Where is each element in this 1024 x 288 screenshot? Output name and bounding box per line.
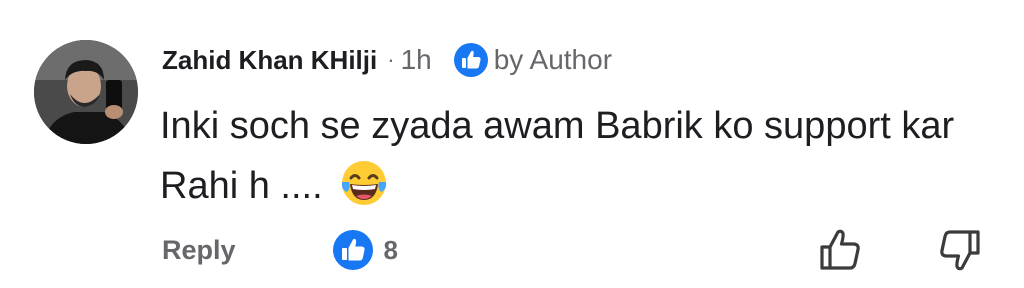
comment-text: Inki soch se zyada awam Babrik ko suppor… (160, 105, 955, 207)
reply-button[interactable]: Reply (162, 235, 236, 266)
comment-footer: Reply 8 (162, 228, 398, 272)
avatar[interactable] (34, 40, 138, 144)
separator-dot: · (387, 47, 395, 72)
comment: Zahid Khan KHilji · 1h by Author Inki so… (0, 0, 1024, 288)
upvote-thumbs-up-icon[interactable] (816, 226, 864, 274)
downvote-thumbs-down-icon[interactable] (936, 226, 984, 274)
timestamp[interactable]: 1h (401, 44, 432, 76)
avatar-photo (34, 40, 138, 144)
like-count: 8 (383, 234, 398, 265)
author-name[interactable]: Zahid Khan KHilji (162, 45, 377, 76)
like-reaction-icon (332, 230, 373, 270)
comment-body: Inki soch se zyada awam Babrik ko suppor… (160, 96, 990, 216)
comment-header: Zahid Khan KHilji · 1h by Author (162, 40, 612, 80)
author-badge-label: by Author (493, 44, 613, 75)
reaction-summary[interactable]: 8 (332, 229, 398, 271)
laughing-tears-emoji (342, 161, 387, 205)
thumbs-up-icon (453, 43, 488, 77)
